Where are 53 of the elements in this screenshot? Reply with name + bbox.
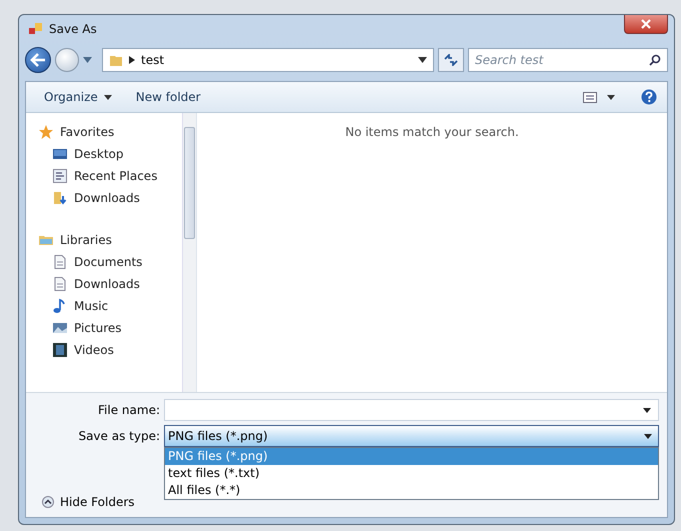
refresh-button[interactable]: [438, 48, 464, 72]
save-as-type-label: Save as type:: [77, 428, 160, 443]
path-segment[interactable]: test: [141, 53, 164, 67]
nav-item[interactable]: Desktop: [38, 143, 182, 165]
caret-icon[interactable]: [607, 94, 615, 100]
app-icon: [29, 22, 43, 36]
address-bar[interactable]: test: [102, 48, 434, 72]
file-name-field[interactable]: [164, 399, 659, 421]
chevron-icon: [129, 56, 135, 64]
search-field[interactable]: Search test: [468, 48, 668, 72]
view-button[interactable]: [581, 90, 599, 104]
star-icon: [38, 124, 54, 140]
help-button[interactable]: [641, 89, 657, 105]
nav-item[interactable]: Pictures: [38, 317, 182, 339]
nav-item[interactable]: Music: [38, 295, 182, 317]
dropdown-option[interactable]: text files (*.txt): [165, 465, 658, 482]
file-type-dropdown[interactable]: PNG files (*.png): [164, 425, 659, 447]
chevron-up-icon: [42, 496, 54, 508]
document-icon: [52, 276, 68, 292]
picture-icon: [52, 320, 68, 336]
back-button[interactable]: [25, 47, 51, 73]
nav-item[interactable]: Downloads: [38, 187, 182, 209]
dropdown-option[interactable]: All files (*.*): [165, 482, 658, 499]
download-folder-icon: [52, 190, 68, 206]
caret-icon: [104, 94, 112, 100]
arrow-left-icon: [30, 53, 46, 67]
nav-item[interactable]: Recent Places: [38, 165, 182, 187]
list-icon: [52, 168, 68, 184]
empty-message: No items match your search.: [345, 125, 519, 141]
window-title: Save As: [49, 22, 97, 36]
nav-item[interactable]: Documents: [38, 251, 182, 273]
hide-folders-button[interactable]: Hide Folders: [42, 495, 135, 509]
caret-icon[interactable]: [418, 57, 427, 63]
search-icon: [649, 54, 661, 66]
film-icon: [52, 342, 68, 358]
file-name-label: File name:: [97, 402, 160, 417]
document-icon: [52, 254, 68, 270]
close-button[interactable]: [624, 15, 668, 34]
toolbar-button[interactable]: New folder: [128, 86, 209, 108]
help-icon: [641, 89, 657, 105]
folder-icon: [109, 53, 123, 67]
nav-group[interactable]: Libraries: [38, 229, 182, 251]
toolbar-button[interactable]: Organize: [36, 86, 120, 108]
list-view-icon: [583, 92, 597, 102]
nav-item[interactable]: Downloads: [38, 273, 182, 295]
refresh-icon: [444, 54, 458, 66]
monitor-icon: [52, 146, 68, 162]
close-icon: [640, 19, 652, 29]
caret-icon[interactable]: [643, 408, 651, 413]
caret-icon: [644, 434, 652, 438]
scrollbar[interactable]: [182, 113, 196, 392]
nav-group[interactable]: Favorites: [38, 121, 182, 143]
nav-item[interactable]: Videos: [38, 339, 182, 361]
